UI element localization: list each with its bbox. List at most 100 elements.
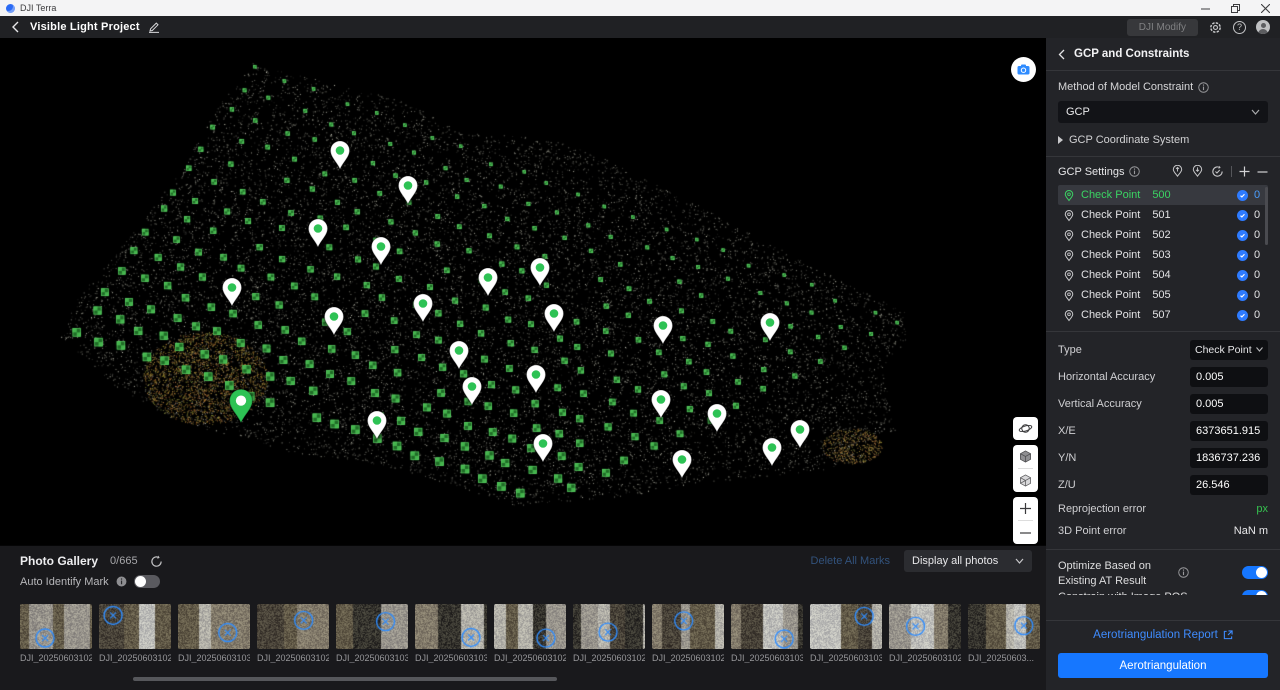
pin-icon: [532, 433, 554, 463]
photo-thumbnail[interactable]: DJI_202506031027...: [257, 604, 329, 663]
gcp-pin-marker[interactable]: [671, 449, 693, 479]
gcp-pin-marker[interactable]: [397, 175, 419, 205]
screenshot-camera-button[interactable]: [1011, 57, 1036, 82]
add-gcp-button[interactable]: [1239, 166, 1250, 177]
gcp-pin-marker[interactable]: [761, 437, 783, 467]
photo-thumbnail[interactable]: DJI_202506031033...: [178, 604, 250, 663]
photo-thumbnail[interactable]: DJI_202506031028...: [99, 604, 171, 663]
field-input[interactable]: [1190, 421, 1268, 441]
back-button[interactable]: [0, 21, 30, 33]
back-chevron-icon: [11, 21, 19, 33]
gcp-point-row[interactable]: Check Point 507 0: [1058, 305, 1268, 325]
pin-icon: [761, 437, 783, 467]
constrain-pos-toggle[interactable]: [1242, 590, 1268, 595]
info-icon: [1178, 567, 1189, 578]
orbit-view-button[interactable]: [1013, 417, 1038, 440]
gcp-pin-marker[interactable]: [477, 267, 499, 297]
photo-thumbnail[interactable]: DJI_202506031028...: [494, 604, 566, 663]
delete-all-marks-button[interactable]: Delete All Marks: [811, 555, 890, 567]
reidentify-marks-icon[interactable]: [1211, 165, 1224, 178]
export-gcp-icon[interactable]: [1191, 165, 1204, 178]
edit-project-name-button[interactable]: [148, 21, 160, 33]
reprojection-error-value: px: [1256, 503, 1268, 515]
field-input[interactable]: [1190, 475, 1268, 495]
gcp-pin-marker[interactable]: [323, 306, 345, 336]
gcp-pin-marker[interactable]: [366, 410, 388, 440]
wireframe-cube-view-button[interactable]: [1013, 469, 1038, 492]
remove-gcp-button[interactable]: [1257, 170, 1268, 174]
zoom-out-button[interactable]: [1013, 521, 1038, 544]
photo-thumbnail[interactable]: DJI_202506031028...: [573, 604, 645, 663]
gcp-coordinate-system-expander[interactable]: GCP Coordinate System: [1058, 134, 1268, 146]
auto-identify-toggle[interactable]: [134, 575, 160, 588]
gcp-pin-marker[interactable]: [228, 388, 254, 424]
import-gcp-icon[interactable]: [1171, 165, 1184, 178]
type-select[interactable]: Check Point: [1190, 340, 1268, 360]
aerotriangulation-button[interactable]: Aerotriangulation: [1058, 653, 1268, 678]
method-select[interactable]: GCP: [1058, 101, 1268, 123]
aerotriangulation-report-link[interactable]: Aerotriangulation Report: [1046, 621, 1280, 649]
photo-filter-select[interactable]: Display all photos: [904, 550, 1032, 572]
gcp-pin-marker[interactable]: [412, 293, 434, 323]
gcp-pin-marker[interactable]: [652, 315, 674, 345]
location-pin-icon: [1064, 229, 1074, 242]
gcp-pin-marker[interactable]: [329, 140, 351, 170]
settings-gear-icon[interactable]: [1208, 20, 1223, 35]
gallery-refresh-button[interactable]: [150, 555, 163, 568]
gcp-pin-marker[interactable]: [221, 277, 243, 307]
gcp-point-id: 503: [1152, 249, 1170, 261]
user-avatar[interactable]: [1256, 20, 1270, 34]
solid-cube-view-button[interactable]: [1013, 445, 1038, 468]
gcp-pin-marker[interactable]: [532, 433, 554, 463]
photo-thumbnail[interactable]: DJI_202506031033...: [810, 604, 882, 663]
gcp-point-row[interactable]: Check Point 501 0: [1058, 205, 1268, 225]
photo-thumbnail[interactable]: DJI_20250603...: [968, 604, 1040, 663]
dji-modify-button[interactable]: DJI Modify: [1127, 19, 1198, 36]
gcp-point-row[interactable]: Check Point 502 0: [1058, 225, 1268, 245]
gcp-point-row[interactable]: Check Point 504 0: [1058, 265, 1268, 285]
gcp-point-row[interactable]: Check Point 500 0: [1058, 185, 1268, 205]
photo-thumbnail[interactable]: DJI_202506031033...: [731, 604, 803, 663]
field-input[interactable]: [1190, 367, 1268, 387]
pin-icon: [789, 419, 811, 449]
gcp-pin-marker[interactable]: [706, 403, 728, 433]
gcp-pin-marker[interactable]: [461, 376, 483, 406]
pin-icon: [397, 175, 419, 205]
gcp-pin-marker[interactable]: [307, 218, 329, 248]
photo-image: [810, 604, 882, 649]
gcp-pin-marker[interactable]: [370, 236, 392, 266]
gcp-point-row[interactable]: Check Point 505 0: [1058, 285, 1268, 305]
gcp-pin-marker[interactable]: [525, 364, 547, 394]
gcp-list-scrollbar[interactable]: [1265, 187, 1268, 245]
photo-thumbnail[interactable]: DJI_202506031033...: [336, 604, 408, 663]
help-icon[interactable]: ?: [1233, 21, 1246, 34]
field-input[interactable]: [1190, 448, 1268, 468]
photo-filename: DJI_202506031033...: [336, 653, 408, 663]
photo-thumbnail[interactable]: DJI_202506031027...: [20, 604, 92, 663]
gcp-pin-marker[interactable]: [789, 419, 811, 449]
gcp-point-row[interactable]: Check Point 503 0: [1058, 245, 1268, 265]
gallery-scrollbar[interactable]: [133, 677, 557, 681]
minimize-button[interactable]: [1190, 0, 1220, 16]
gcp-pin-marker[interactable]: [543, 303, 565, 333]
restore-button[interactable]: [1220, 0, 1250, 16]
zoom-in-button[interactable]: [1013, 497, 1038, 520]
gcp-pin-marker[interactable]: [759, 312, 781, 342]
close-button[interactable]: [1250, 0, 1280, 16]
panel-back-button[interactable]: [1058, 49, 1065, 60]
pin-icon: [461, 376, 483, 406]
optimize-toggle[interactable]: [1242, 566, 1268, 579]
photo-thumbnail[interactable]: DJI_202506031033...: [415, 604, 487, 663]
photo-thumbnail[interactable]: DJI_202506031027...: [889, 604, 961, 663]
gcp-pin-marker[interactable]: [650, 389, 672, 419]
photo-thumbnail[interactable]: DJI_202506031028...: [652, 604, 724, 663]
gcp-pin-marker[interactable]: [448, 340, 470, 370]
field-input[interactable]: [1190, 394, 1268, 414]
photo-filename: DJI_202506031033...: [415, 653, 487, 663]
photo-filename: DJI_202506031027...: [889, 653, 961, 663]
caret-down-icon: [1256, 347, 1263, 352]
check-badge-icon: [1237, 190, 1248, 201]
gcp-mark-count: 0: [1254, 229, 1262, 241]
field-row: Vertical Accuracy: [1058, 390, 1268, 417]
gcp-pin-marker[interactable]: [529, 257, 551, 287]
